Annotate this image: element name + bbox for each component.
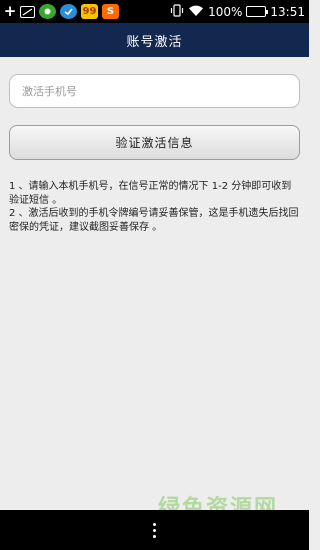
status-bar-right: 100% 13:51 bbox=[170, 2, 305, 21]
battery-percent: 100% bbox=[208, 4, 243, 19]
vibrate-icon bbox=[170, 2, 184, 21]
wifi-icon bbox=[188, 2, 204, 21]
status-bar: + 99 S 100% 13:51 bbox=[0, 0, 309, 23]
green-app-icon bbox=[39, 4, 56, 19]
orange-app-icon: S bbox=[102, 4, 119, 19]
yellow-app-icon: 99 bbox=[81, 4, 98, 19]
verify-activation-button[interactable]: 验证激活信息 bbox=[9, 125, 300, 160]
bottom-nav-bar bbox=[0, 510, 309, 550]
instruction-line-1: 1 、请输入本机手机号，在信号正常的情况下 1-2 分钟即可收到验证短信 。 bbox=[9, 181, 292, 206]
instructions: 1 、请输入本机手机号，在信号正常的情况下 1-2 分钟即可收到验证短信 。 2… bbox=[9, 180, 299, 234]
status-bar-left: + 99 S bbox=[4, 4, 119, 19]
phone-number-input[interactable] bbox=[9, 74, 300, 108]
page-title: 账号激活 bbox=[126, 34, 183, 50]
battery-icon bbox=[246, 6, 269, 17]
blue-app-icon bbox=[60, 4, 77, 19]
instruction-line-2: 2 、激活后收到的手机令牌编号请妥善保管，这是手机遗失后找回密保的凭证，建议截图… bbox=[9, 208, 299, 233]
plus-icon: + bbox=[3, 2, 17, 20]
status-time: 13:51 bbox=[270, 4, 305, 19]
screen: + 99 S 100% 13:51 账号激活 激活手机号 验证激活信息 1 、请… bbox=[0, 0, 309, 550]
title-bar: 账号激活 bbox=[0, 23, 309, 57]
overflow-menu-icon[interactable] bbox=[153, 522, 156, 538]
sim-icon bbox=[20, 5, 35, 18]
